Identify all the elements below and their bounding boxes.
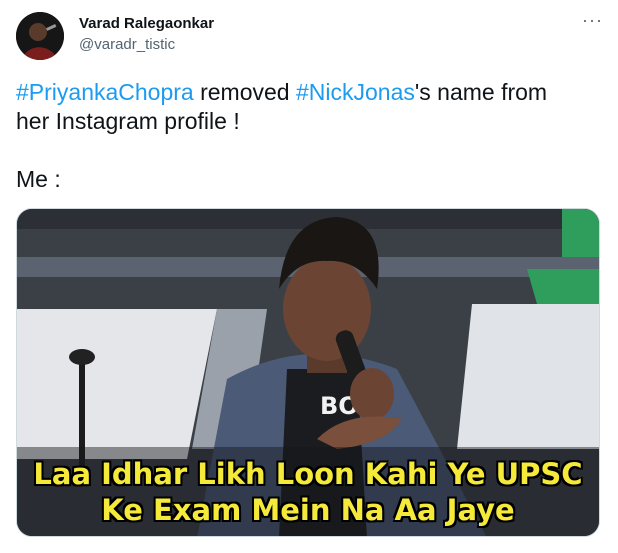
tweet-text: #PriyankaChopra removed #NickJonas's nam… — [16, 78, 606, 194]
hashtag-priyankachopra[interactable]: #PriyankaChopra — [16, 79, 194, 105]
tweet-line-2: her Instagram profile ! — [16, 108, 240, 134]
tweet-line-1: #PriyankaChopra removed #NickJonas's nam… — [16, 78, 606, 107]
author-name[interactable]: Varad Ralegaonkar — [79, 15, 214, 32]
hashtag-nickjonas[interactable]: #NickJonas — [296, 79, 415, 105]
tweet-text-segment: removed — [193, 79, 296, 105]
tweet-text-segment: 's name from — [414, 79, 548, 105]
caption-line-2: Ke Exam Mein Na Aa Jaye — [101, 493, 515, 527]
tweet-media-image[interactable]: BO Laa Idhar Likh Loon Kahi Ye UPSC Ke E… — [16, 208, 600, 537]
tweet-line-3: Me : — [16, 166, 61, 192]
avatar[interactable] — [16, 12, 64, 60]
caption-line-1: Laa Idhar Likh Loon Kahi Ye UPSC — [33, 457, 583, 491]
more-horizontal-icon[interactable]: ··· — [582, 10, 603, 31]
author-handle[interactable]: @varadr_tistic — [79, 36, 175, 53]
